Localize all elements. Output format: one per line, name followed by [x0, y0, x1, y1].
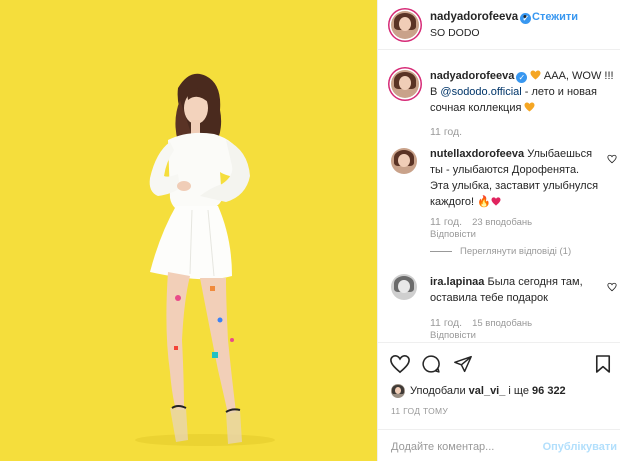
heart-icon[interactable]	[389, 354, 411, 374]
view-replies-button[interactable]: Переглянути відповіді (1)	[430, 246, 571, 257]
instagram-post: nadyadorofeeva ✓ • Стежити SO DODO nadyad…	[0, 0, 620, 461]
comment-meta: 11 год. 15 вподобань	[430, 317, 533, 329]
red-heart-icon	[491, 197, 501, 206]
comment-username[interactable]: ira.lapinaa	[430, 276, 484, 288]
share-icon[interactable]	[453, 355, 473, 373]
post-sidebar: nadyadorofeeva ✓ • Стежити SO DODO nadyad…	[377, 0, 620, 461]
commenter-avatar[interactable]	[391, 274, 417, 300]
commenter-avatar[interactable]	[391, 148, 417, 174]
comment-username[interactable]: nutellaxdorofeeva	[430, 148, 524, 160]
like-comment-heart-icon[interactable]	[607, 154, 617, 164]
comments-section[interactable]: nadyadorofeeva ✓ AAA, WOW !!! В @sododo.o…	[378, 50, 620, 342]
mention-link[interactable]: @sododo.official	[440, 86, 521, 98]
caption-text: nadyadorofeeva ✓ AAA, WOW !!! В @sododo.o…	[430, 70, 614, 114]
comment-likes[interactable]: 23 вподобань	[472, 217, 532, 228]
comment-likes[interactable]: 15 вподобань	[472, 318, 532, 329]
location-label[interactable]: SO DODO	[430, 27, 480, 39]
reply-button[interactable]: Відповісти	[430, 229, 476, 240]
add-comment-bar: Опублікувати	[378, 429, 620, 462]
comment-meta: 11 год. 23 вподобань	[430, 216, 533, 228]
fire-icon: 🔥	[477, 196, 491, 208]
orange-heart-icon	[530, 70, 541, 80]
orange-heart-icon	[524, 102, 535, 112]
liker-username[interactable]: val_vi_	[469, 385, 506, 397]
comment-text: ira.lapinaa Была сегодня там, оставила т…	[430, 276, 583, 304]
comment-input[interactable]	[391, 438, 541, 456]
photo-illustration	[0, 0, 377, 461]
post-header: nadyadorofeeva ✓ • Стежити SO DODO	[378, 0, 620, 50]
liker-avatar[interactable]	[391, 384, 405, 398]
likes-summary[interactable]: Уподобали val_vi_ і ще 96 322	[410, 385, 566, 397]
verified-icon: ✓	[516, 72, 528, 83]
author-avatar[interactable]	[391, 11, 419, 39]
bookmark-icon[interactable]	[595, 354, 611, 374]
post-timeago[interactable]: 11 ГОД ТОМУ	[391, 406, 448, 416]
caption-username[interactable]: nadyadorofeeva	[430, 70, 514, 82]
comment-text: nutellaxdorofeeva Улыбаешься ты - улыбаю…	[430, 148, 599, 208]
post-photo[interactable]	[0, 0, 377, 461]
likes-count[interactable]: 96 322	[532, 385, 566, 397]
like-comment-heart-icon[interactable]	[607, 282, 617, 292]
post-actions: Уподобали val_vi_ і ще 96 322 11 ГОД ТОМ…	[378, 342, 620, 461]
separator-dot: •	[523, 11, 527, 23]
comment-icon[interactable]	[421, 354, 441, 374]
caption-time[interactable]: 11 год.	[430, 126, 462, 138]
author-username[interactable]: nadyadorofeeva ✓	[430, 11, 532, 24]
publish-button[interactable]: Опублікувати	[543, 441, 617, 453]
follow-button[interactable]: Стежити	[532, 11, 578, 23]
caption-avatar[interactable]	[391, 70, 419, 98]
reply-button[interactable]: Відповісти	[430, 330, 476, 341]
